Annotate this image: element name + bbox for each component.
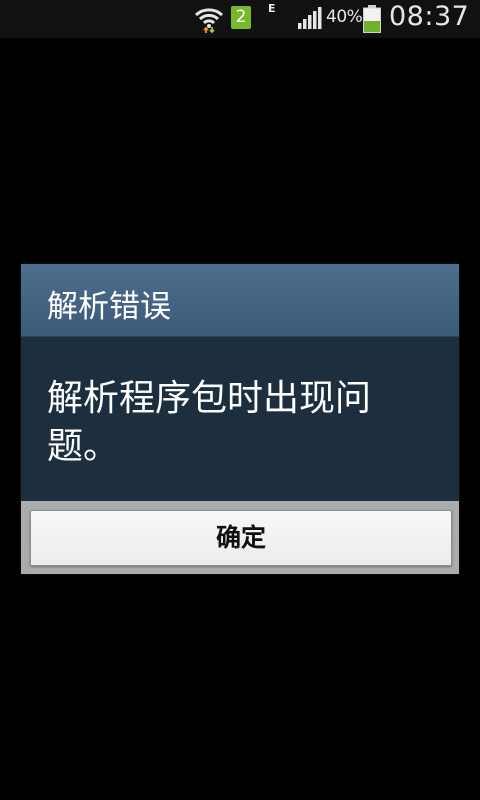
clock: 08:37: [389, 1, 470, 32]
dialog-footer: 确定: [21, 501, 459, 574]
battery-percentage: 40%: [326, 7, 363, 27]
network-type-indicator: E: [268, 2, 276, 15]
battery-icon: [363, 5, 381, 33]
dialog-message: 解析程序包时出现问题。: [47, 378, 372, 467]
dialog-header: 解析错误: [21, 264, 459, 337]
ok-button[interactable]: 确定: [30, 510, 452, 566]
status-bar: 2 E 40% 08:37: [0, 0, 480, 38]
sim-slot-badge: 2: [231, 6, 251, 29]
dialog-body: 解析程序包时出现问题。: [21, 337, 459, 501]
signal-icon: [298, 7, 322, 29]
wifi-icon: [194, 8, 224, 34]
dialog-title: 解析错误: [47, 289, 171, 325]
parse-error-dialog: 解析错误 解析程序包时出现问题。 确定: [21, 264, 459, 574]
